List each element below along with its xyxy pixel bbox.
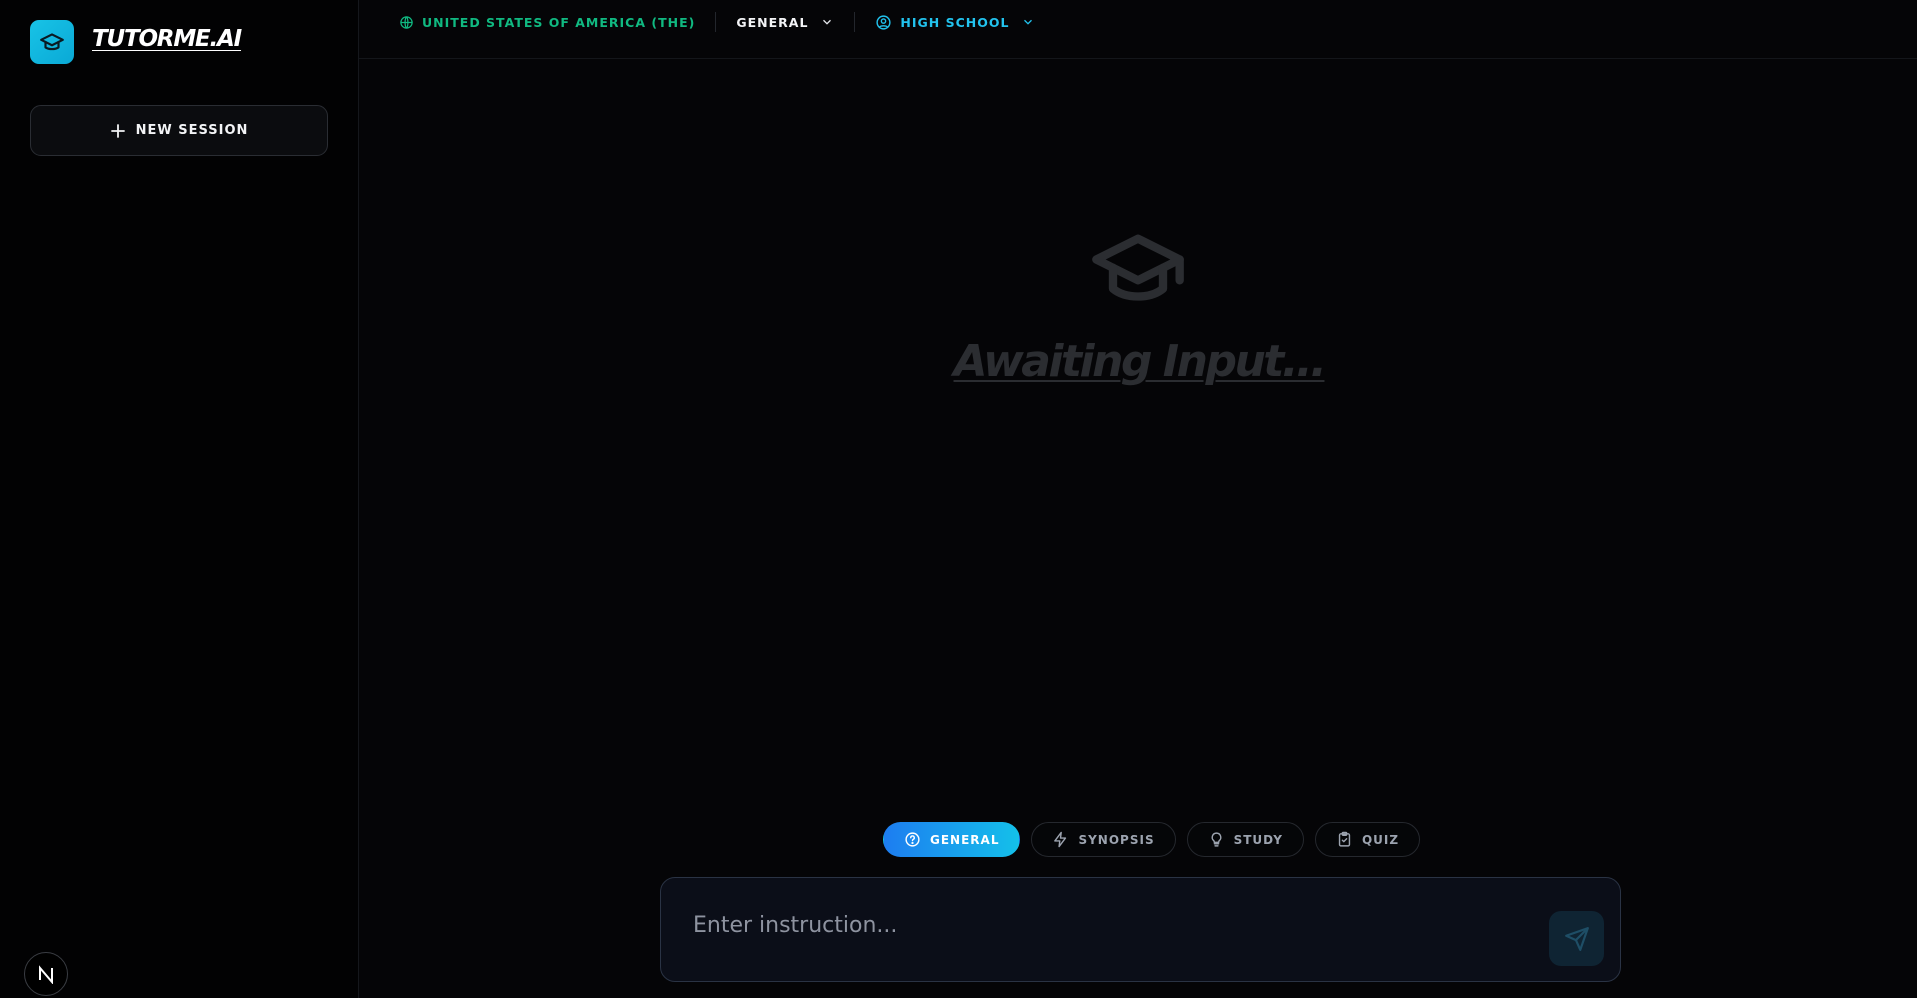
mode-general-button[interactable]: GENERAL [883, 822, 1021, 857]
divider [715, 12, 717, 32]
mode-label: GENERAL [930, 832, 1000, 847]
chevron-down-icon [1024, 19, 1033, 25]
level-label: HIGH SCHOOL [900, 14, 1010, 30]
topbar: UNITED STATES OF AMERICA (THE) GENERAL H… [359, 0, 1917, 59]
mode-selector: GENERAL SYNOPSIS STUDY QUIZ [883, 822, 1421, 857]
logo[interactable] [30, 20, 74, 64]
country-label: UNITED STATES OF AMERICA (THE) [422, 14, 696, 30]
level-dropdown[interactable]: HIGH SCHOOL [875, 14, 1035, 31]
mode-study-button[interactable]: STUDY [1186, 822, 1304, 857]
send-button[interactable] [1549, 911, 1604, 966]
clipboard-check-icon [1338, 831, 1351, 847]
empty-state: Awaiting Input... [359, 230, 1917, 387]
question-circle-icon [905, 832, 920, 847]
mode-quiz-button[interactable]: QUIZ [1314, 822, 1421, 857]
mode-label: QUIZ [1361, 832, 1400, 847]
composer [660, 877, 1621, 982]
n-badge[interactable] [24, 952, 68, 996]
lightning-icon [1054, 831, 1067, 848]
globe-icon [400, 15, 413, 29]
chevron-down-icon [823, 19, 832, 25]
new-session-label: NEW SESSION [135, 123, 249, 138]
graduation-cap-icon [1092, 234, 1184, 301]
subject-dropdown[interactable]: GENERAL [736, 15, 834, 30]
mode-label: STUDY [1233, 832, 1283, 847]
new-session-button[interactable]: NEW SESSION [30, 105, 328, 156]
country-selector[interactable]: UNITED STATES OF AMERICA (THE) [399, 15, 695, 30]
lightbulb-icon [1211, 832, 1222, 847]
subject-label: GENERAL [736, 14, 809, 30]
brand-name: TUTORME.AI [92, 26, 242, 52]
mode-label: SYNOPSIS [1078, 832, 1155, 847]
sidebar: TUTORME.AI NEW SESSION [0, 0, 359, 998]
graduation-cap-icon [40, 33, 64, 51]
n-logo-icon [39, 965, 53, 984]
user-circle-icon [876, 14, 892, 30]
divider [854, 12, 856, 32]
mode-synopsis-button[interactable]: SYNOPSIS [1031, 822, 1176, 857]
plus-icon [110, 123, 125, 138]
send-icon [1564, 926, 1589, 951]
awaiting-input-text: Awaiting Input... [953, 336, 1327, 387]
instruction-input[interactable] [691, 904, 1515, 946]
